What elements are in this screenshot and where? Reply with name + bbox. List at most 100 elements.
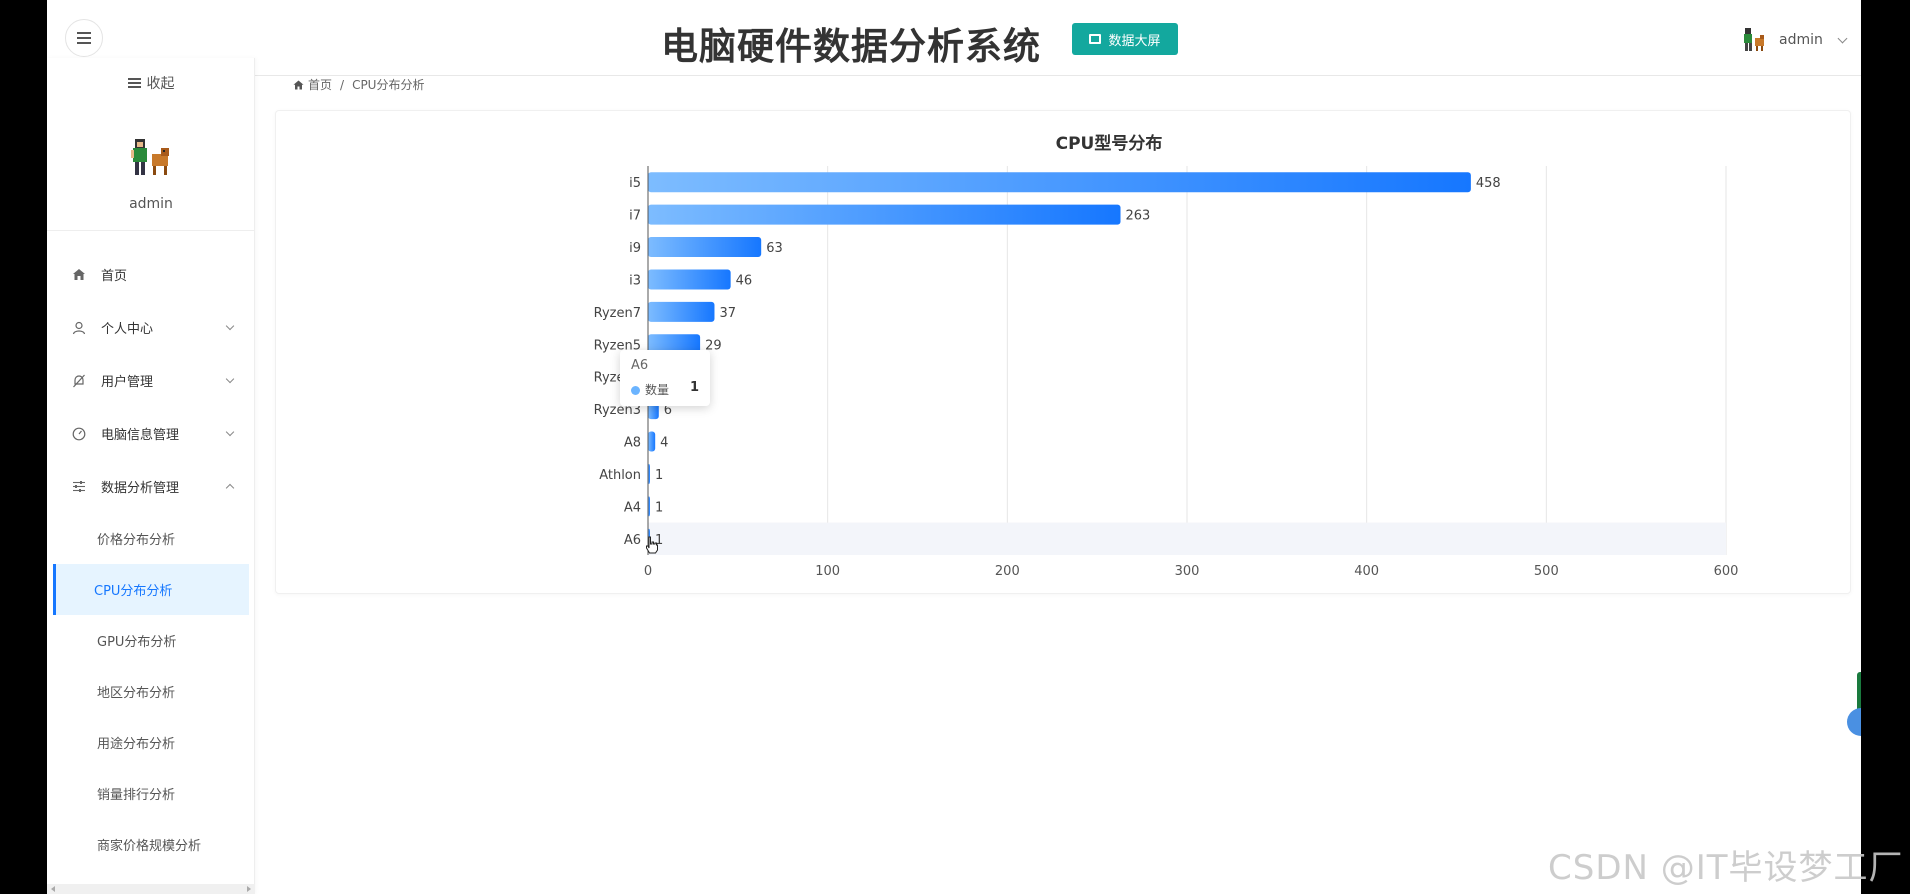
sidebar-item-user-management[interactable]: 用户管理 (47, 354, 255, 407)
hand-cursor-icon (646, 536, 658, 554)
tooltip-label: 数量 (645, 383, 670, 397)
sidebar-item-computer-info[interactable]: 电脑信息管理 (47, 407, 255, 460)
sidebar-subitem-region-distribution[interactable]: 地区分布分析 (53, 666, 249, 717)
floating-action-button[interactable] (1847, 708, 1861, 736)
y-category-label: A6 (624, 533, 641, 548)
chevron-up-icon (225, 483, 235, 493)
y-category-label: Ryzen7 (594, 306, 641, 321)
sidebar-subitem-label: 销量排行分析 (97, 788, 176, 803)
bar (648, 431, 656, 452)
sidebar-item-label: 数据分析管理 (101, 481, 180, 496)
tooltip-title: A6 (631, 358, 649, 373)
breadcrumb-home[interactable]: 首页 (293, 76, 332, 93)
sidebar-item-label: 首页 (101, 269, 128, 284)
sidebar-item-label: 电脑信息管理 (101, 428, 180, 443)
sidebar-item-label: 用户管理 (101, 375, 154, 390)
y-category-label: Athlon (599, 468, 641, 483)
sidebar-item-personal-center[interactable]: 个人中心 (47, 301, 255, 354)
collapse-button[interactable]: 收起 (47, 73, 255, 93)
menu-toggle-button[interactable] (65, 19, 103, 57)
chevron-down-icon (225, 321, 235, 331)
chart-tooltip: A6 数量 1 (620, 350, 710, 406)
bar-value-label: 263 (1126, 209, 1151, 224)
x-tick-label: 100 (815, 564, 840, 579)
bell-off-icon (71, 373, 87, 389)
x-tick-label: 600 (1714, 564, 1739, 579)
sidebar-subitem-label: 价格分布分析 (97, 533, 176, 548)
collapse-label: 收起 (146, 76, 175, 92)
breadcrumb-current: CPU分布分析 (352, 78, 425, 92)
y-category-label: i9 (629, 241, 641, 256)
bar-value-label: 1 (655, 500, 663, 515)
app-window: 电脑硬件数据分析系统 数据大屏 admin 收起 admin 首页 个人中心 用… (47, 0, 1861, 894)
bar-value-label: 46 (736, 273, 753, 288)
avatar (1744, 28, 1764, 51)
big-screen-label: 数据大屏 (1108, 33, 1161, 49)
avatar (131, 139, 169, 175)
bar (648, 301, 715, 322)
watermark: CSDN @IT毕设梦工厂 (1548, 848, 1904, 888)
sidebar-horizontal-scrollbar[interactable] (47, 884, 255, 894)
sidebar-menu: 首页 个人中心 用户管理 电脑信息管理 数据分析管理 价格分布分析 CPU分布分… (47, 248, 255, 870)
bar (648, 269, 731, 290)
x-tick-label: 200 (995, 564, 1020, 579)
chart-title: CPU型号分布 (1056, 133, 1163, 154)
bar-value-label: 458 (1476, 176, 1501, 191)
sidebar-divider (47, 230, 255, 231)
x-tick-label: 300 (1175, 564, 1200, 579)
username-label: admin (1779, 32, 1823, 48)
sliders-icon (71, 479, 87, 495)
sidebar-subitem-sales-ranking[interactable]: 销量排行分析 (53, 768, 249, 819)
bar (648, 237, 762, 258)
hover-band (648, 522, 1726, 555)
app-title: 电脑硬件数据分析系统 (661, 25, 1041, 68)
sidebar-subitem-cpu-distribution[interactable]: CPU分布分析 (53, 564, 249, 615)
y-category-label: A8 (624, 436, 641, 451)
sidebar-item-data-analysis[interactable]: 数据分析管理 (47, 460, 255, 513)
bar-value-label: 37 (719, 306, 736, 321)
profile-name: admin (129, 196, 173, 212)
y-category-label: i7 (629, 209, 641, 224)
sidebar: 收起 admin 首页 个人中心 用户管理 电脑信息管理 数据分析管理 价格分布… (47, 58, 255, 894)
breadcrumb: 首页 / CPU分布分析 (293, 76, 424, 93)
chevron-down-icon (225, 427, 235, 437)
sidebar-subitem-price-distribution[interactable]: 价格分布分析 (53, 513, 249, 564)
tooltip-value: 1 (690, 380, 700, 395)
sidebar-subitem-label: 商家价格规模分析 (97, 839, 202, 854)
sidebar-profile: admin (47, 136, 255, 212)
sidebar-subitem-merchant-price-scale[interactable]: 商家价格规模分析 (53, 819, 249, 870)
breadcrumb-separator: / (340, 77, 345, 92)
breadcrumb-home-label: 首页 (308, 78, 333, 92)
home-icon (293, 80, 304, 89)
series-marker-icon (631, 386, 640, 395)
bar (648, 204, 1121, 225)
y-category-label: A4 (624, 500, 641, 515)
cpu-distribution-chart[interactable]: CPU型号分布 i5 458i7 263i9 63i3 46Ryzen7 37Ryzen5… (276, 111, 1852, 595)
big-screen-button[interactable]: 数据大屏 (1072, 23, 1178, 55)
sidebar-subitem-label: 地区分布分析 (97, 686, 176, 701)
y-category-label: i3 (629, 273, 641, 288)
chevron-down-icon (225, 374, 235, 384)
bar-value-label: 1 (655, 468, 663, 483)
chevron-down-icon (1837, 33, 1848, 43)
user-icon (71, 320, 87, 336)
bar-value-label: 63 (766, 241, 783, 256)
top-header: 电脑硬件数据分析系统 数据大屏 admin (47, 0, 1861, 76)
bar (648, 172, 1471, 193)
x-tick-label: 500 (1534, 564, 1559, 579)
sidebar-item-label: 个人中心 (101, 322, 154, 337)
home-icon (71, 267, 87, 283)
sidebar-subitem-usage-distribution[interactable]: 用途分布分析 (53, 717, 249, 768)
x-tick-label: 0 (644, 564, 652, 579)
x-tick-label: 400 (1354, 564, 1379, 579)
bar-value-label: 4 (660, 436, 668, 451)
dashboard-icon (71, 426, 87, 442)
hamburger-icon (77, 37, 91, 39)
sidebar-item-home[interactable]: 首页 (47, 248, 255, 301)
monitor-icon (1089, 34, 1102, 44)
sidebar-subitem-label: 用途分布分析 (97, 737, 176, 752)
sidebar-subitem-gpu-distribution[interactable]: GPU分布分析 (53, 615, 249, 666)
collapse-icon (127, 78, 141, 88)
sidebar-subitem-label: GPU分布分析 (97, 635, 177, 650)
user-menu[interactable]: admin (1741, 26, 1848, 54)
